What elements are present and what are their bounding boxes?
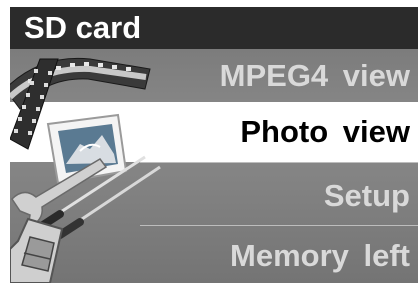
menu-divider: [140, 225, 418, 226]
menu-item-mpeg4-view[interactable]: MPEG4 view: [10, 49, 418, 103]
menu-divider: [140, 162, 418, 163]
menu-item-setup[interactable]: Setup: [10, 169, 418, 223]
title-bar: SD card: [10, 7, 418, 49]
screen-title: SD card: [24, 10, 142, 45]
menu-item-photo-view[interactable]: Photo view: [10, 102, 418, 162]
device-screen: SD card MPEG4 view Photo view Setup Memo…: [0, 0, 418, 283]
menu-list: MPEG4 view Photo view Setup Memory left: [10, 49, 418, 283]
menu-item-memory-left[interactable]: Memory left: [10, 229, 418, 283]
